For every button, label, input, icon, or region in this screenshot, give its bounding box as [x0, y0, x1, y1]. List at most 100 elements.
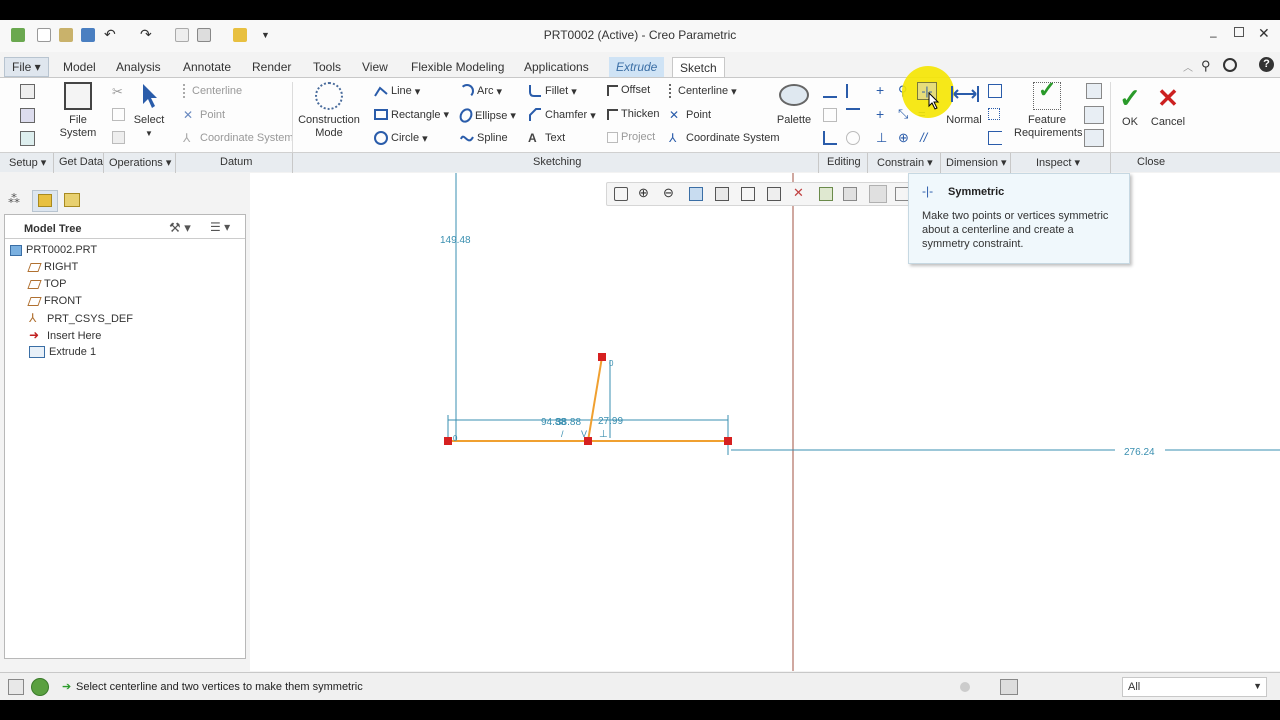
- modify-icon[interactable]: [823, 84, 837, 98]
- tab-applications[interactable]: Applications: [517, 57, 596, 77]
- tab-extrude[interactable]: Extrude: [609, 57, 665, 77]
- sketch-coordinate-system-button[interactable]: ⅄ Coordinate System: [669, 131, 780, 145]
- dimension-149[interactable]: 149.48: [440, 235, 471, 246]
- sketch-point-button[interactable]: ✕ Point: [669, 108, 711, 122]
- vertex-left[interactable]: [444, 437, 452, 445]
- baseline-icon[interactable]: [988, 131, 1002, 145]
- divide-icon[interactable]: [846, 84, 860, 98]
- datum-point-button[interactable]: ✕ Point: [183, 108, 225, 122]
- view-manager-icon[interactable]: [767, 187, 781, 201]
- tab-annotate[interactable]: Annotate: [176, 57, 238, 77]
- tab-view[interactable]: View: [355, 57, 395, 77]
- model-tree-tab-icon[interactable]: ⁂: [8, 192, 20, 206]
- ok-button[interactable]: ✓ OK: [1116, 85, 1144, 129]
- references-icon[interactable]: [20, 108, 35, 123]
- cut-icon[interactable]: ✂: [112, 84, 123, 100]
- search-icon[interactable]: ⚲: [1201, 58, 1211, 74]
- sketcher-display-icon[interactable]: [869, 185, 887, 203]
- datum-coordinate-system-button[interactable]: ⅄ Coordinate System: [183, 131, 294, 145]
- tree-item-csys[interactable]: ⅄ PRT_CSYS_DEF: [29, 312, 133, 326]
- datum-display-icon[interactable]: [819, 187, 833, 201]
- saved-orientations-icon[interactable]: [741, 187, 755, 201]
- navigator-toggle-icon[interactable]: [8, 679, 24, 695]
- restore-icon[interactable]: [1234, 27, 1244, 37]
- tree-item-part[interactable]: PRT0002.PRT: [10, 244, 97, 256]
- tab-render[interactable]: Render: [245, 57, 298, 77]
- paste-icon[interactable]: [112, 131, 125, 144]
- overlapping-geometry-icon[interactable]: [1086, 83, 1102, 99]
- tab-sketch[interactable]: Sketch: [672, 57, 725, 78]
- spline-button[interactable]: Spline: [460, 131, 508, 145]
- tab-analysis[interactable]: Analysis: [109, 57, 168, 77]
- tab-flexible-modeling[interactable]: Flexible Modeling: [404, 57, 511, 77]
- horizontal-constraint-icon[interactable]: +: [876, 106, 884, 122]
- project-button[interactable]: Project: [607, 131, 655, 143]
- reference-dimension-icon[interactable]: [988, 108, 1000, 120]
- tree-item-top[interactable]: TOP: [27, 278, 66, 290]
- dimension-38[interactable]: 38.88: [556, 417, 581, 428]
- repaint-icon[interactable]: [689, 187, 703, 201]
- fillet-button[interactable]: Fillet ▾: [528, 84, 577, 98]
- dimension-27[interactable]: 27.99: [598, 416, 623, 427]
- group-operations[interactable]: Operations ▾: [109, 156, 171, 169]
- group-setup[interactable]: Setup ▾: [9, 156, 46, 169]
- display-style-icon[interactable]: [715, 187, 729, 201]
- sketch-view-icon[interactable]: [895, 187, 909, 201]
- cancel-button[interactable]: ✕ Cancel: [1148, 85, 1188, 129]
- sketch-view-icon[interactable]: [20, 131, 35, 146]
- text-button[interactable]: A Text: [528, 131, 565, 145]
- shade-closed-loops-icon[interactable]: [1084, 129, 1104, 147]
- browser-toggle-icon[interactable]: [31, 678, 49, 696]
- favorites-tab-icon[interactable]: [64, 193, 80, 207]
- datum-centerline-button[interactable]: Centerline: [183, 84, 242, 98]
- circle-button[interactable]: Circle ▾: [374, 131, 428, 145]
- vertex-right[interactable]: [724, 437, 732, 445]
- file-system-button[interactable]: File System: [58, 82, 98, 140]
- palette-button[interactable]: Palette: [774, 84, 814, 127]
- group-dimension[interactable]: Dimension ▾: [946, 156, 1007, 169]
- tree-item-right[interactable]: RIGHT: [27, 261, 78, 273]
- normal-dimension-button[interactable]: Normal: [945, 84, 983, 127]
- perpendicular-constraint-icon[interactable]: ⊥: [876, 130, 887, 146]
- tree-columns-icon[interactable]: ☰ ▾: [210, 220, 230, 234]
- spin-center-icon[interactable]: [843, 187, 857, 201]
- chamfer-button[interactable]: Chamfer ▾: [528, 108, 596, 122]
- rotate-resize-icon[interactable]: [846, 131, 860, 145]
- tree-item-insert-here[interactable]: ➜ Insert Here: [29, 329, 101, 343]
- selection-filter-dropdown[interactable]: All ▼: [1122, 677, 1267, 697]
- zoom-out-icon[interactable]: ⊖: [663, 185, 674, 201]
- sketch-setup-icon[interactable]: [20, 84, 35, 99]
- copy-icon[interactable]: [112, 108, 125, 121]
- close-window-icon[interactable]: ✕: [1258, 25, 1270, 42]
- zoom-in-icon[interactable]: ⊕: [638, 185, 649, 201]
- tree-settings-icon[interactable]: ⚒ ▾: [169, 220, 191, 236]
- feature-requirements-button[interactable]: ✓ Feature Requirements: [1014, 79, 1082, 140]
- tree-item-extrude[interactable]: Extrude 1: [29, 346, 96, 358]
- sketch-centerline-button[interactable]: Centerline ▾: [669, 84, 737, 98]
- group-constrain[interactable]: Constrain ▾: [877, 156, 933, 169]
- perspective-icon[interactable]: ✕: [793, 185, 804, 201]
- arc-button[interactable]: Arc ▾: [460, 84, 502, 98]
- coincident-constraint-icon[interactable]: ⊕: [898, 130, 909, 146]
- ellipse-button[interactable]: Ellipse ▾: [457, 106, 516, 125]
- parallel-constraint-icon[interactable]: //: [920, 130, 927, 145]
- rectangle-button[interactable]: Rectangle ▾: [374, 108, 449, 121]
- help-icon[interactable]: ?: [1259, 57, 1274, 72]
- tab-tools[interactable]: Tools: [306, 57, 348, 77]
- refit-icon[interactable]: [614, 187, 628, 201]
- corner-icon[interactable]: [823, 131, 837, 145]
- construction-mode-button[interactable]: Construction Mode: [298, 82, 360, 140]
- folder-browser-tab[interactable]: [32, 190, 58, 212]
- dimension-276[interactable]: 276.24: [1124, 447, 1155, 458]
- offset-button[interactable]: Offset: [607, 84, 650, 96]
- select-button[interactable]: Select ▼: [130, 82, 168, 140]
- minimize-icon[interactable]: –: [1210, 29, 1217, 43]
- thicken-button[interactable]: Thicken: [607, 108, 660, 120]
- vertex-top[interactable]: [598, 353, 606, 361]
- vertical-constraint-icon[interactable]: +: [876, 82, 884, 98]
- mirror-icon[interactable]: [823, 108, 837, 122]
- tab-model[interactable]: Model: [56, 57, 103, 77]
- tree-item-front[interactable]: FRONT: [27, 295, 82, 307]
- smart-select-icon[interactable]: [1000, 679, 1018, 695]
- minimize-ribbon-icon[interactable]: ︿: [1183, 59, 1193, 74]
